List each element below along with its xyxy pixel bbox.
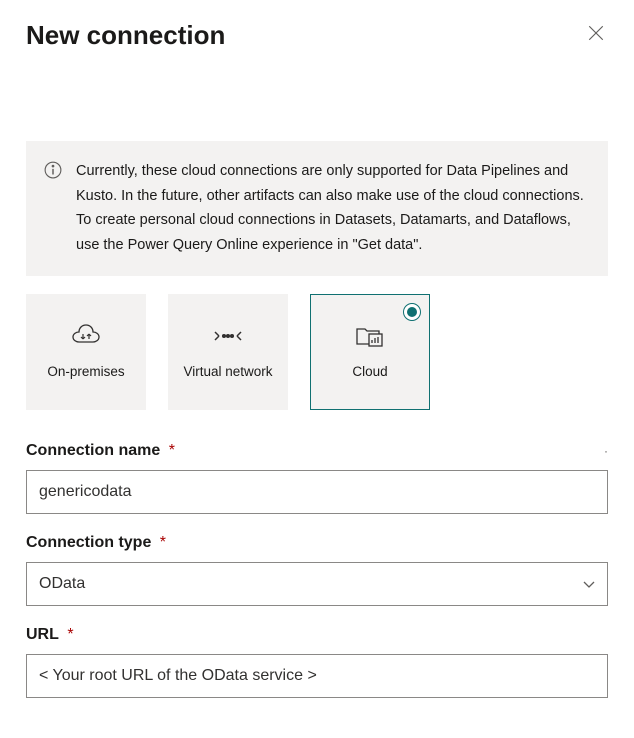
- close-icon: [587, 24, 605, 47]
- connection-name-field-group: Connection name * ·: [26, 442, 608, 514]
- required-marker: *: [160, 534, 166, 551]
- field-hint-dot: ·: [604, 444, 608, 448]
- connection-type-label: Virtual network: [175, 363, 280, 382]
- folder-chart-icon: [353, 321, 387, 351]
- required-marker: *: [169, 442, 175, 459]
- info-banner: Currently, these cloud connections are o…: [26, 141, 608, 276]
- connection-type-label: Connection type: [26, 534, 151, 551]
- dialog-header: New connection: [26, 20, 608, 51]
- required-marker: *: [67, 626, 73, 643]
- connection-type-label: Cloud: [344, 363, 395, 382]
- connection-type-select-value: OData: [26, 562, 608, 606]
- network-icon: [211, 321, 245, 351]
- connection-name-label: Connection name: [26, 442, 160, 459]
- dialog-title: New connection: [26, 20, 225, 51]
- url-input[interactable]: [26, 654, 608, 698]
- cloud-sync-icon: [69, 321, 103, 351]
- url-field-group: URL *: [26, 626, 608, 698]
- connection-type-label: On-premises: [39, 363, 132, 382]
- info-text: Currently, these cloud connections are o…: [76, 159, 586, 258]
- connection-type-selector: On-premises Virtual network Cloud: [26, 294, 608, 410]
- close-button[interactable]: [584, 24, 608, 48]
- connection-name-input[interactable]: [26, 470, 608, 514]
- connection-type-cloud[interactable]: Cloud: [310, 294, 430, 410]
- connection-type-virtual-network[interactable]: Virtual network: [168, 294, 288, 410]
- radio-selected-icon: [403, 303, 421, 321]
- connection-type-field-group: Connection type * OData: [26, 534, 608, 606]
- connection-type-onpremises[interactable]: On-premises: [26, 294, 146, 410]
- connection-type-select[interactable]: OData: [26, 562, 608, 606]
- info-icon: [44, 161, 62, 179]
- url-label: URL: [26, 626, 59, 643]
